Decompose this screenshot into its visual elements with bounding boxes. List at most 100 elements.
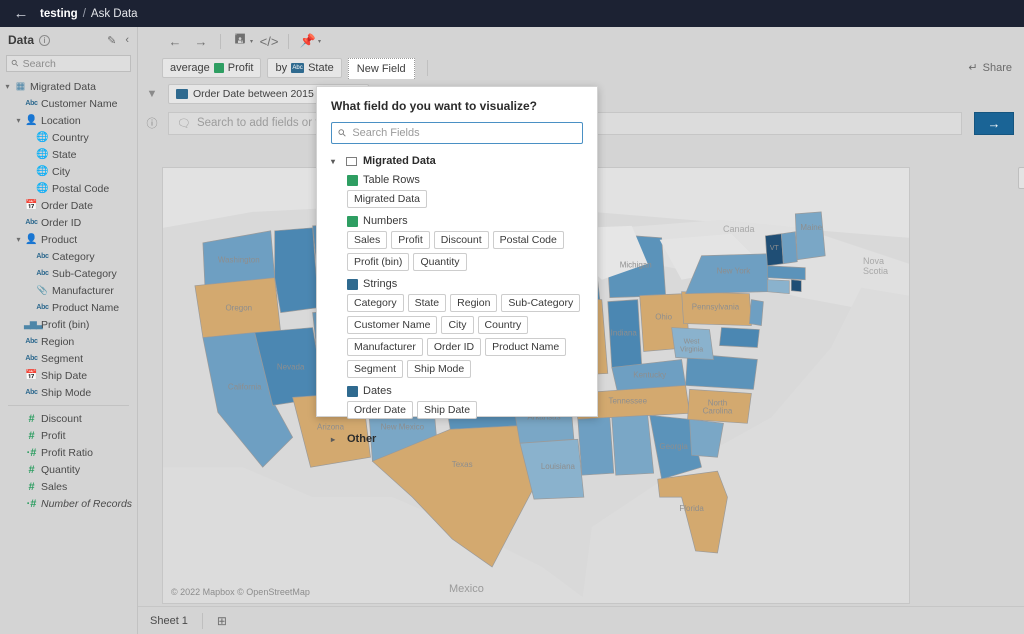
sidebar-item-label: Postal Code xyxy=(52,182,110,195)
table-icon: ▦ xyxy=(15,81,26,92)
globe-icon: 🌐 xyxy=(36,166,49,177)
sidebar-item-state[interactable]: ▸🌐State xyxy=(0,146,137,163)
new-field-tab[interactable]: New Field xyxy=(347,57,415,79)
sidebar-item-city[interactable]: ▸🌐City xyxy=(0,163,137,180)
chevron-down-icon[interactable]: ▾ xyxy=(13,235,24,244)
popup-field-chip-order-id[interactable]: Order ID xyxy=(426,338,482,356)
share-label: Share xyxy=(982,61,1012,74)
popup-field-chip-country[interactable]: Country xyxy=(477,316,529,334)
abc-icon: Abc xyxy=(25,338,38,345)
chevron-left-icon[interactable]: ‹ xyxy=(125,34,129,46)
nova-scotia-map-label: Nova Scotia xyxy=(863,256,889,276)
popup-field-chip-quantity[interactable]: Quantity xyxy=(413,253,467,271)
svg-text:Nevada: Nevada xyxy=(277,362,305,371)
sidebar-item-country[interactable]: ▸🌐Country xyxy=(0,129,137,146)
chevron-down-icon[interactable]: ▾ xyxy=(2,82,13,91)
popup-field-chip-manufacturer[interactable]: Manufacturer xyxy=(347,338,423,356)
popup-field-chip-region[interactable]: Region xyxy=(450,294,498,312)
popup-field-chip-customer-name[interactable]: Customer Name xyxy=(347,316,438,334)
query-pill-by-state[interactable]: by Abc State xyxy=(267,58,342,78)
sidebar-item-label: State xyxy=(52,148,77,161)
data-field-tree: ▾▦Migrated Data▸AbcCustomer Name▾👤Locati… xyxy=(0,76,137,512)
breadcrumb-workbook[interactable]: testing xyxy=(40,8,78,20)
sidebar-item-order-date[interactable]: ▸📅Order Date xyxy=(0,197,137,214)
sidebar-item-region[interactable]: ▸AbcRegion xyxy=(0,333,137,350)
sidebar-item-label: Country xyxy=(52,131,89,144)
popup-field-chip-order-date[interactable]: Order Date xyxy=(347,401,413,419)
sidebar-item-product-name[interactable]: ▸AbcProduct Name xyxy=(0,299,137,316)
sidebar-item-profit[interactable]: ▸#Profit xyxy=(0,427,137,444)
sidebar-item-quantity[interactable]: ▸#Quantity xyxy=(0,461,137,478)
popup-chip-group: Migrated Data xyxy=(347,190,583,208)
sidebar-item-category[interactable]: ▸AbcCategory xyxy=(0,248,137,265)
embed-code-icon[interactable]: </> xyxy=(256,30,282,52)
group-icon: 👤 xyxy=(25,234,38,245)
popup-field-chip-product-name[interactable]: Product Name xyxy=(485,338,567,356)
popup-field-chip-segment[interactable]: Segment xyxy=(347,360,404,378)
sidebar-item-manufacturer[interactable]: ▸📎Manufacturer xyxy=(0,282,137,299)
popup-field-chip-ship-date[interactable]: Ship Date xyxy=(416,401,478,419)
popup-other-label: Other xyxy=(347,433,377,445)
popup-field-chip-postal-code[interactable]: Postal Code xyxy=(492,231,564,249)
new-sheet-icon[interactable]: ⊞ xyxy=(217,614,227,628)
popup-field-chip-state[interactable]: State xyxy=(407,294,447,312)
bin-icon: ▃▆▃ xyxy=(24,319,43,329)
popup-field-chip-profit-bin[interactable]: Profit (bin) xyxy=(347,253,410,271)
popup-field-chip-profit[interactable]: Profit xyxy=(391,231,430,249)
popup-field-chip-category[interactable]: Category xyxy=(347,294,404,312)
sidebar-search-input[interactable]: ⚲ Search xyxy=(6,55,131,72)
popup-field-chip-sales[interactable]: Sales xyxy=(347,231,388,249)
toolbar-back-icon[interactable]: ← xyxy=(162,30,188,52)
popup-field-chip-migrated-data[interactable]: Migrated Data xyxy=(347,190,427,208)
sidebar-item-location[interactable]: ▾ 👤 Location xyxy=(0,112,137,129)
sidebar-item-segment[interactable]: ▸AbcSegment xyxy=(0,350,137,367)
sidebar-item-ship-mode[interactable]: ▸AbcShip Mode xyxy=(0,384,137,401)
popup-search-input[interactable]: ⚲ Search Fields xyxy=(331,122,583,144)
svg-text:Michigan: Michigan xyxy=(620,261,652,270)
info-icon[interactable]: i xyxy=(39,34,51,46)
popup-field-chip-ship-mode[interactable]: Ship Mode xyxy=(407,360,472,378)
sidebar-item-postal-code[interactable]: ▸🌐Postal Code xyxy=(0,180,137,197)
pin-caret-icon[interactable]: ▾ xyxy=(318,38,321,45)
svg-text:Virginia: Virginia xyxy=(680,347,703,354)
query-pill-average-profit[interactable]: average Profit xyxy=(162,58,262,78)
sidebar-item-product[interactable]: ▾ 👤 Product xyxy=(0,231,137,248)
popup-other-row[interactable]: ▸ Other xyxy=(331,433,583,445)
popup-field-chip-city[interactable]: City xyxy=(441,316,474,334)
sidebar-item-order-id[interactable]: ▸AbcOrder ID xyxy=(0,214,137,231)
number-icon: # xyxy=(28,463,35,476)
sheet-tab[interactable]: Sheet 1 xyxy=(150,615,188,627)
svg-text:Washington: Washington xyxy=(218,256,260,265)
info-icon[interactable]: ⓘ xyxy=(142,115,162,131)
sidebar-item-ship-date[interactable]: ▸📅Ship Date xyxy=(0,367,137,384)
viz-type-select[interactable]: 🗺 Map ▼ xyxy=(1018,167,1024,189)
abc-icon: Abc xyxy=(36,253,49,260)
pencil-icon[interactable]: ✎ xyxy=(107,34,116,47)
popup-field-chip-sub-category[interactable]: Sub-Category xyxy=(501,294,581,312)
popup-chip-group: Order Date Ship Date xyxy=(347,401,583,419)
popup-datasource-row[interactable]: ▾ Migrated Data xyxy=(331,155,583,167)
sidebar-item-number-of-records[interactable]: ▸·#Number of Records xyxy=(0,495,137,512)
save-caret-icon[interactable]: ▾ xyxy=(250,38,253,45)
submit-query-button[interactable]: → xyxy=(974,111,1014,135)
sidebar-item-customer-name[interactable]: ▸AbcCustomer Name xyxy=(0,95,137,112)
sidebar-item-profit-ratio[interactable]: ▸·#Profit Ratio xyxy=(0,444,137,461)
sidebar-title: Data xyxy=(8,33,35,47)
sidebar-item-sales[interactable]: ▸#Sales xyxy=(0,478,137,495)
search-icon: ⚲ xyxy=(9,57,21,70)
share-button[interactable]: ↵ Share xyxy=(968,61,1012,75)
sidebar-item-profit-bin[interactable]: ▸▃▆▃Profit (bin) xyxy=(0,316,137,333)
sidebar-item-discount[interactable]: ▸#Discount xyxy=(0,410,137,427)
share-icon: ↵ xyxy=(968,62,978,74)
breadcrumb-current: Ask Data xyxy=(90,7,138,20)
popup-field-chip-discount[interactable]: Discount xyxy=(433,231,489,249)
table-icon xyxy=(346,156,357,166)
canada-map-label: Canada xyxy=(723,224,755,234)
toolbar-forward-icon[interactable]: → xyxy=(188,30,214,52)
sidebar-item-sub-category[interactable]: ▸AbcSub-Category xyxy=(0,265,137,282)
sidebar-item-migrated-data[interactable]: ▾ ▦ Migrated Data xyxy=(0,78,137,95)
back-arrow-icon[interactable]: ← xyxy=(12,5,30,23)
chevron-down-icon[interactable]: ▾ xyxy=(13,116,24,125)
viz-right-panel: 🗺 Map ▼ Avg. Profit -$36 $204 xyxy=(918,167,1024,254)
popup-datasource-label: Migrated Data xyxy=(363,155,436,167)
